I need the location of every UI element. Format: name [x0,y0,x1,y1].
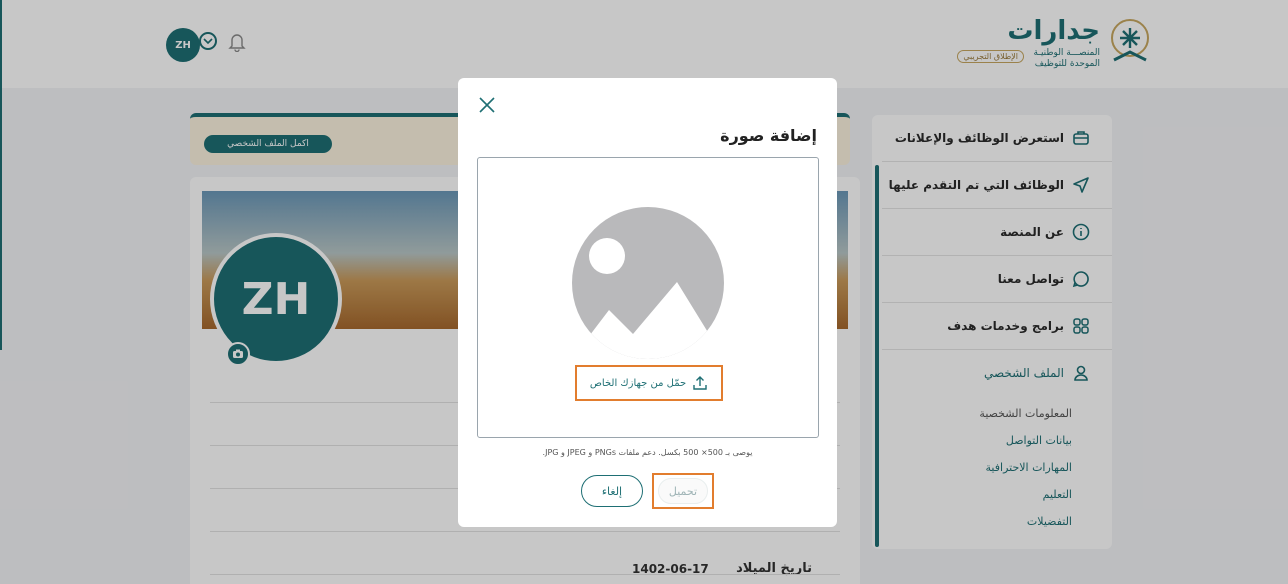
add-photo-dialog: إضافة صورة حمّل من جهازك الخاص يوصى بـ 5… [458,78,837,527]
upload-button-label: تحميل [658,478,708,504]
upload-hint: يوصى بـ 500× 500 بكسل. دعم ملفات PNGs و … [542,448,753,457]
upload-link-label: حمّل من جهازك الخاص [589,377,687,389]
image-placeholder-icon [572,207,724,359]
image-dropzone[interactable]: حمّل من جهازك الخاص [477,157,819,438]
cancel-button[interactable]: إلغاء [581,475,643,507]
close-icon[interactable] [476,94,498,116]
upload-button[interactable]: تحميل [652,473,714,509]
upload-from-device-link[interactable]: حمّل من جهازك الخاص [575,365,723,401]
upload-icon [693,376,707,390]
dialog-title: إضافة صورة [720,126,817,145]
